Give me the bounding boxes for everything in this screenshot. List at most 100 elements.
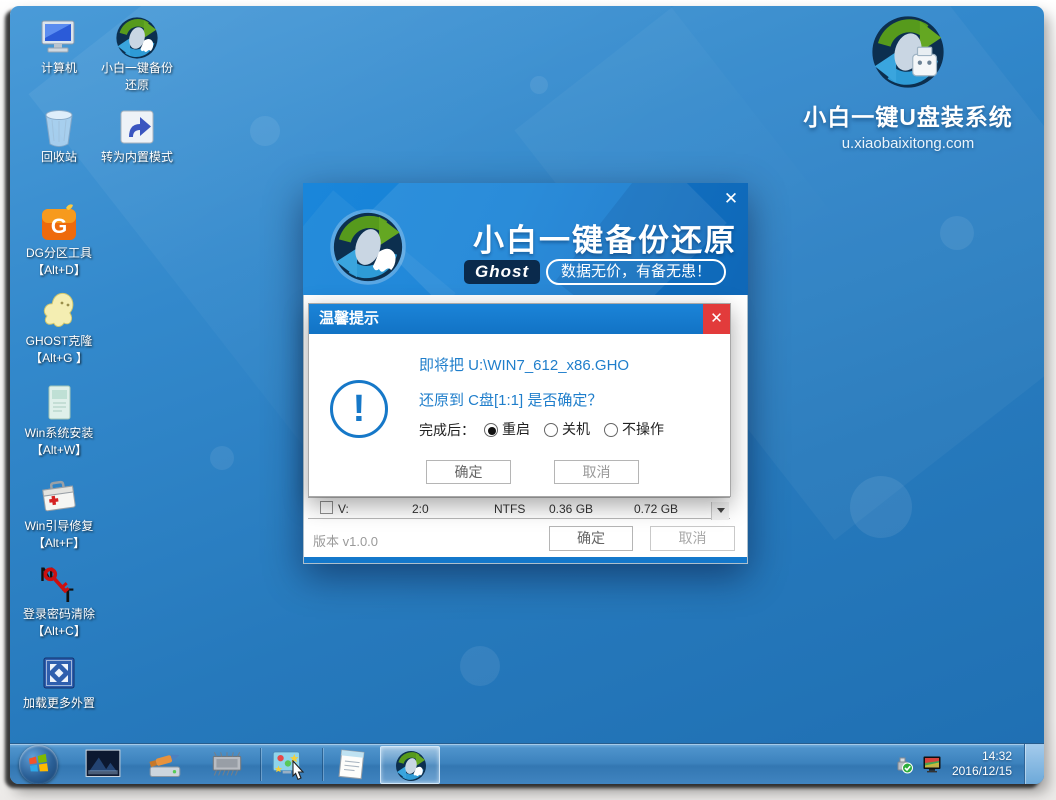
close-icon[interactable]: ✕: [721, 189, 741, 209]
version-label: 版本 v1.0.0: [313, 531, 378, 550]
drive-position: 2:0: [412, 502, 429, 516]
tray-display-icon[interactable]: [922, 754, 942, 774]
desktop-icon-xiaobai-backup[interactable]: 小白一键备份 还原: [94, 16, 180, 94]
window-banner: 小白一键备份还原 Ghost 数据无价，有备无患！ ✕: [303, 183, 748, 295]
svg-text:G: G: [51, 215, 67, 238]
app-logo-icon: [329, 208, 407, 286]
xiaobai-logo-icon: [115, 16, 159, 60]
drive-list-row[interactable]: V: 2:0 NTFS 0.36 GB 0.72 GB: [308, 497, 730, 519]
desktop-icon-label2: 【Alt+W】: [16, 442, 102, 459]
desktop-icon-label2: 【Alt+G 】: [16, 350, 102, 367]
desktop-icon-label: DG分区工具: [16, 245, 102, 262]
brand-logo-block: 小白一键U盘装系统 u.xiaobaixitong.com: [798, 14, 1018, 152]
desktop-icon-label: 回收站: [16, 149, 102, 166]
modal-titlebar: 温馨提示: [309, 304, 730, 334]
brand-logo-icon: [870, 14, 946, 90]
taskbar-memory-chip-icon[interactable]: [208, 748, 246, 781]
computer-icon: [37, 16, 81, 60]
exclamation-icon: !: [330, 380, 388, 438]
ghost-icon: [37, 289, 81, 333]
desktop: 计算机 小白一键备份 还原 回收站 转为内置模式 G DG分区工具 【Alt+D…: [10, 6, 1044, 784]
radio-circle-icon: [544, 423, 558, 437]
chevron-down-icon[interactable]: [711, 502, 729, 520]
desktop-icon-label: 加载更多外置: [16, 695, 102, 712]
modal-close-icon[interactable]: ✕: [703, 304, 730, 334]
radio-circle-icon: [484, 423, 498, 437]
bubble: [940, 216, 974, 250]
xiaobai-app-icon: [395, 750, 427, 782]
desktop-icon-label: 计算机: [16, 60, 102, 77]
desktop-icon-label: 转为内置模式: [94, 149, 180, 166]
drive-name: V:: [338, 502, 349, 516]
taskbar-image-viewer-icon[interactable]: [84, 748, 122, 781]
desktop-icon-builtin-mode[interactable]: 转为内置模式: [94, 105, 180, 166]
modal-ok-button[interactable]: 确定: [426, 460, 511, 484]
bubble: [530, 76, 548, 94]
desktop-icon-label2: 还原: [94, 77, 180, 94]
desktop-icon-ghost-clone[interactable]: GHOST克隆 【Alt+G 】: [16, 289, 102, 367]
desktop-icon-label2: 【Alt+C】: [16, 623, 102, 640]
desktop-icon-boot-repair[interactable]: Win引导修复 【Alt+F】: [16, 474, 102, 552]
show-desktop-button[interactable]: [1024, 744, 1044, 784]
window-title: 小白一键备份还原: [473, 215, 737, 260]
expand-arrows-icon: [37, 651, 81, 695]
desktop-icon-password-clear[interactable]: NT 登录密码清除 【Alt+C】: [16, 562, 102, 640]
radio-shutdown[interactable]: 关机: [544, 419, 590, 439]
start-button[interactable]: [19, 745, 58, 784]
slogan-pill: 数据无价，有备无患！: [546, 259, 726, 285]
desktop-icon-label2: 【Alt+D】: [16, 262, 102, 279]
taskbar-clock[interactable]: 14:32 2016/12/15: [940, 749, 1012, 779]
brand-url: u.xiaobaixitong.com: [798, 135, 1018, 152]
taskbar: 14:32 2016/12/15: [10, 743, 1044, 784]
diskgenius-icon: G: [37, 201, 81, 245]
taskbar-notepad-icon[interactable]: [332, 748, 370, 781]
desktop-icon-label: Win引导修复: [16, 518, 102, 535]
modal-body: ! 即将把 U:\WIN7_612_x86.GHO 还原到 C盘[1:1] 是否…: [309, 334, 730, 496]
brand-title: 小白一键U盘装系统: [798, 98, 1018, 132]
desktop-icon-computer[interactable]: 计算机: [16, 16, 102, 77]
modal-message-line2: 还原到 C盘[1:1] 是否确定？: [419, 389, 602, 410]
drive-checkbox[interactable]: [320, 501, 333, 514]
clock-time: 14:32: [940, 749, 1012, 764]
dialog-cancel-button[interactable]: 取消: [650, 526, 735, 551]
shortcut-arrow-icon: [115, 105, 159, 149]
windows-flag-icon: [27, 753, 50, 776]
recycle-bin-icon: [37, 105, 81, 149]
taskbar-cleanup-icon[interactable]: [146, 748, 184, 781]
radio-restart[interactable]: 重启: [484, 419, 530, 439]
nt-key-icon: NT: [37, 562, 81, 606]
dialog-ok-button[interactable]: 确定: [549, 526, 633, 551]
confirm-restore-modal: 温馨提示 ✕ ! 即将把 U:\WIN7_612_x86.GHO 还原到 C盘[…: [308, 303, 731, 497]
desktop-icon-label: 登录密码清除: [16, 606, 102, 623]
bubble: [210, 446, 234, 470]
radio-no-action[interactable]: 不操作: [604, 419, 664, 439]
desktop-icon-label: GHOST克隆: [16, 333, 102, 350]
modal-cancel-button[interactable]: 取消: [554, 460, 639, 484]
desktop-icon-label2: 【Alt+F】: [16, 535, 102, 552]
mouse-cursor-icon: [290, 760, 306, 780]
drive-filesystem: NTFS: [494, 502, 525, 516]
desktop-icon-dg-partition[interactable]: G DG分区工具 【Alt+D】: [16, 201, 102, 279]
taskbar-separator: [260, 748, 261, 781]
installer-disc-icon: [37, 381, 81, 425]
clock-date: 2016/12/15: [940, 764, 1012, 779]
ghost-badge: Ghost: [464, 260, 540, 284]
desktop-icon-load-more[interactable]: 加载更多外置: [16, 651, 102, 712]
window-bottom-strip: [304, 557, 747, 563]
desktop-icon-recycle-bin[interactable]: 回收站: [16, 105, 102, 166]
desktop-icon-win-install[interactable]: Win系统安装 【Alt+W】: [16, 381, 102, 459]
taskbar-display-settings-icon[interactable]: [270, 748, 314, 781]
first-aid-kit-icon: [37, 474, 81, 518]
after-finish-label: 完成后：: [419, 420, 475, 440]
taskbar-active-app-button[interactable]: [380, 746, 440, 784]
drive-size: 0.72 GB: [634, 502, 678, 516]
desktop-icon-label: 小白一键备份: [94, 60, 180, 77]
bubble: [250, 116, 280, 146]
drive-used: 0.36 GB: [549, 502, 593, 516]
tray-usb-icon[interactable]: [894, 754, 914, 774]
radio-circle-icon: [604, 423, 618, 437]
taskbar-separator: [322, 748, 323, 781]
bubble: [460, 646, 500, 686]
modal-message-line1: 即将把 U:\WIN7_612_x86.GHO: [419, 354, 629, 375]
desktop-icon-label: Win系统安装: [16, 425, 102, 442]
